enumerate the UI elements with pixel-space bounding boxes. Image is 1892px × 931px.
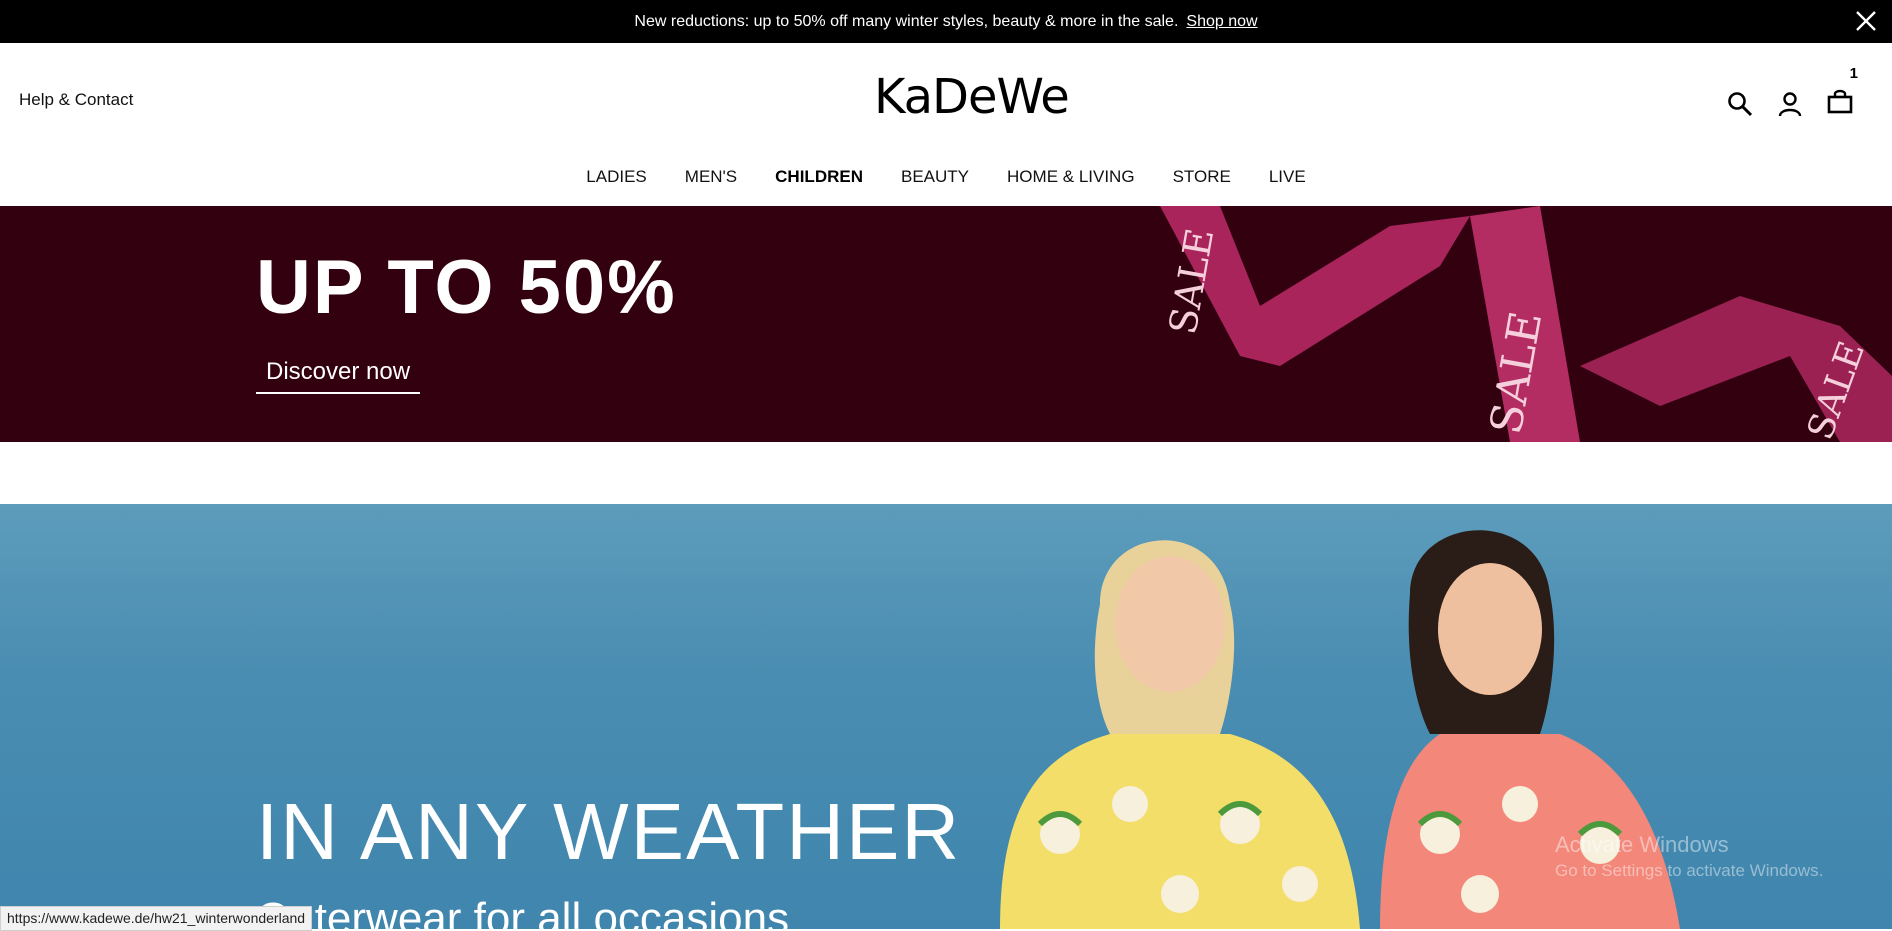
watermark-title: Activate Windows <box>1555 832 1729 857</box>
header-actions: 1 <box>1726 65 1858 120</box>
sale-banner[interactable]: SALE SALE SALE UP TO 50% Discover now <box>0 206 1892 442</box>
promo-bar: New reductions: up to 50% off many winte… <box>0 0 1892 43</box>
hero-subline: Outerwear for all occasions <box>256 894 790 929</box>
site-header: Help & Contact KaDeWe 1 LADIES MEN'S CHI… <box>0 43 1892 206</box>
close-icon[interactable] <box>1852 7 1880 35</box>
watermark-text: Go to Settings to activate Windows. <box>1555 861 1824 880</box>
help-contact-link[interactable]: Help & Contact <box>19 90 133 110</box>
nav-item-beauty[interactable]: BEAUTY <box>901 167 969 187</box>
account-icon[interactable] <box>1776 90 1804 118</box>
search-icon[interactable] <box>1726 90 1754 118</box>
cart-count-badge: 1 <box>1849 65 1858 82</box>
nav-item-children[interactable]: CHILDREN <box>775 167 863 187</box>
cart-wrapper[interactable]: 1 <box>1826 65 1858 120</box>
nav-item-live[interactable]: LIVE <box>1269 167 1306 187</box>
sale-headline: UP TO 50% <box>256 245 677 330</box>
status-bar-url: https://www.kadewe.de/hw21_winterwonderl… <box>0 906 313 931</box>
nav-item-mens[interactable]: MEN'S <box>685 167 737 187</box>
shop-now-link[interactable]: Shop now <box>1186 13 1257 31</box>
main-nav: LADIES MEN'S CHILDREN BEAUTY HOME & LIVI… <box>0 167 1892 187</box>
promo-text: New reductions: up to 50% off many winte… <box>634 12 1179 30</box>
nav-item-store[interactable]: STORE <box>1173 167 1231 187</box>
discover-now-link[interactable]: Discover now <box>256 358 421 394</box>
hero-headline: IN ANY WEATHER <box>256 787 962 876</box>
nav-item-home-living[interactable]: HOME & LIVING <box>1007 167 1135 187</box>
svg-text:SALE: SALE <box>1161 225 1223 337</box>
windows-activation-watermark: Activate Windows Go to Settings to activ… <box>1555 832 1823 884</box>
nav-item-ladies[interactable]: LADIES <box>586 167 646 187</box>
bag-icon[interactable] <box>1826 87 1854 115</box>
hero-banner[interactable]: IN ANY WEATHER Outerwear for all occasio… <box>0 504 1892 929</box>
section-spacer <box>0 442 1892 504</box>
kadewe-logo[interactable]: KaDeWe <box>874 69 1070 125</box>
sale-ribbon-image: SALE SALE SALE <box>1160 206 1892 442</box>
